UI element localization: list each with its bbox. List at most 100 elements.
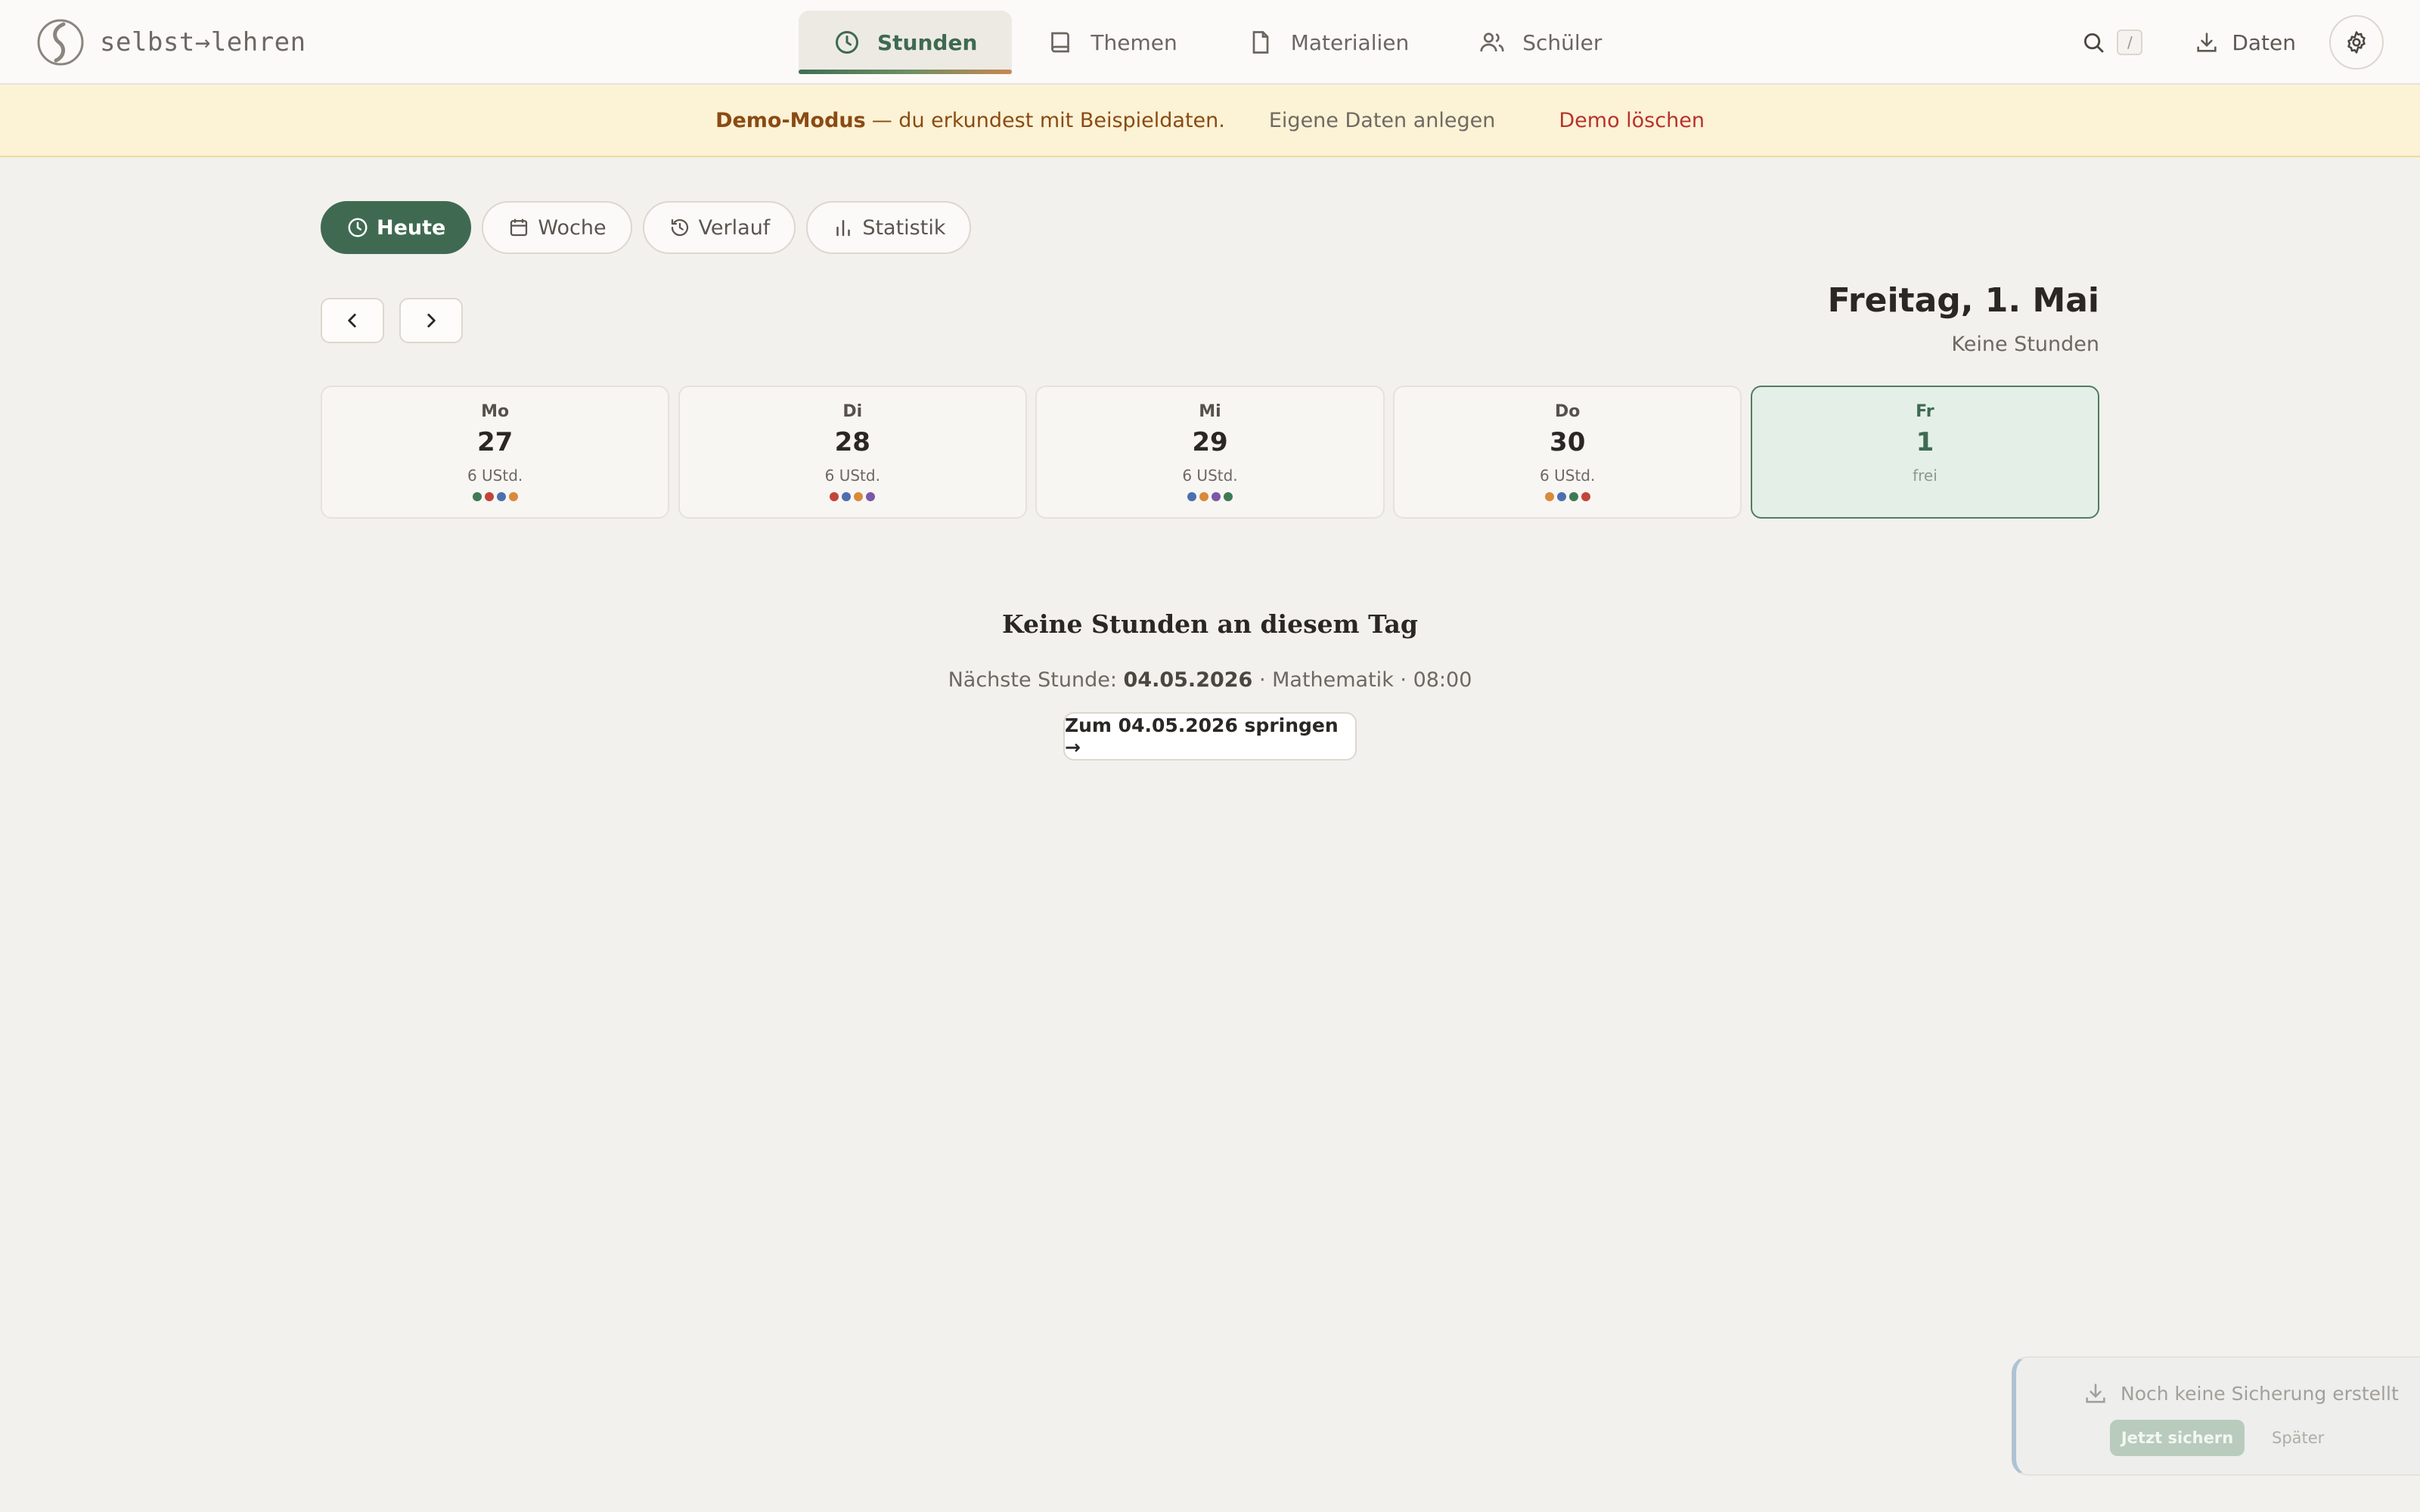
next-lesson-details: · Mathematik · 08:00 bbox=[1258, 668, 1472, 692]
subject-dot bbox=[866, 492, 876, 501]
chevron-left-icon bbox=[348, 314, 356, 327]
tab-verlauf[interactable]: Verlauf bbox=[642, 201, 796, 254]
subject-dot bbox=[484, 492, 494, 501]
demo-banner: Demo-Modus — du erkundest mit Beispielda… bbox=[0, 85, 2420, 157]
data-button-label: Daten bbox=[2232, 29, 2296, 55]
nav-item-label: Stunden bbox=[877, 29, 978, 55]
clock-icon bbox=[348, 218, 368, 237]
day-title: Freitag, 1. Mai bbox=[1827, 281, 2099, 320]
backup-message: Noch keine Sicherung erstellt bbox=[2083, 1380, 2399, 1406]
week-strip: Mo 27 6 UStd. Di 28 6 UStd. Mi 29 6 UStd… bbox=[321, 386, 2100, 519]
day-lessons: 6 UStd. bbox=[467, 466, 523, 485]
day-card-do[interactable]: Do 30 6 UStd. bbox=[1393, 386, 1742, 519]
next-lesson-prefix: Nächste Stunde: bbox=[948, 668, 1117, 692]
day-name: Mo bbox=[481, 402, 510, 421]
tab-heute[interactable]: Heute bbox=[321, 201, 472, 254]
calendar-icon bbox=[510, 218, 528, 237]
next-lesson-info: Nächste Stunde: 04.05.2026 · Mathematik … bbox=[0, 668, 2420, 692]
tab-label: Verlauf bbox=[698, 215, 771, 240]
tab-statistik[interactable]: Statistik bbox=[806, 201, 972, 254]
search-shortcut-hint: / bbox=[2117, 29, 2143, 55]
subject-dot bbox=[1556, 492, 1566, 501]
delete-demo-link[interactable]: Demo löschen bbox=[1559, 109, 1705, 132]
subject-dot bbox=[1544, 492, 1554, 501]
subject-dots bbox=[828, 492, 876, 501]
subject-dot bbox=[1212, 492, 1221, 501]
day-number: 29 bbox=[1192, 427, 1228, 457]
day-number: 28 bbox=[834, 427, 870, 457]
view-tabs: Heute Woche Verlauf Statistik bbox=[321, 201, 982, 254]
top-bar: selbst→lehren Stunden Themen Materialien bbox=[0, 0, 2420, 85]
clock-icon bbox=[836, 31, 858, 54]
day-lessons: 6 UStd. bbox=[1540, 466, 1596, 485]
history-icon bbox=[671, 218, 688, 237]
users-icon bbox=[1480, 33, 1504, 52]
download-icon bbox=[2197, 33, 2217, 52]
subject-dots bbox=[1186, 492, 1234, 501]
day-lessons: 6 UStd. bbox=[824, 466, 880, 485]
subject-dot bbox=[842, 492, 852, 501]
nav-item-label: Schüler bbox=[1522, 29, 1602, 55]
subject-dot bbox=[1568, 492, 1578, 501]
previous-day-button[interactable] bbox=[321, 298, 384, 343]
day-lessons: 6 UStd. bbox=[1182, 466, 1238, 485]
next-lesson-date: 04.05.2026 bbox=[1123, 668, 1253, 692]
nav-item-stunden[interactable]: Stunden bbox=[799, 11, 1013, 74]
tab-label: Woche bbox=[538, 215, 607, 240]
data-button[interactable]: Daten bbox=[2194, 29, 2296, 55]
backup-toast: Noch keine Sicherung erstellt Jetzt sich… bbox=[2012, 1356, 2420, 1476]
demo-mode-text: — du erkundest mit Beispieldaten. bbox=[871, 108, 1225, 132]
next-day-button[interactable] bbox=[399, 298, 463, 343]
subject-dots bbox=[471, 492, 520, 501]
search-icon bbox=[2084, 33, 2104, 53]
nav-item-schueler[interactable]: Schüler bbox=[1444, 11, 1637, 74]
tab-label: Statistik bbox=[862, 215, 946, 240]
tab-label: Heute bbox=[377, 215, 446, 240]
nav-item-themen[interactable]: Themen bbox=[1012, 11, 1212, 74]
subject-dot bbox=[1199, 492, 1208, 501]
top-actions: / Daten bbox=[2071, 15, 2384, 70]
main-nav: Stunden Themen Materialien Schüler bbox=[799, 11, 1637, 74]
tab-woche[interactable]: Woche bbox=[482, 201, 632, 254]
brand-logo-icon bbox=[37, 19, 84, 66]
day-number: 1 bbox=[1916, 427, 1934, 457]
backup-later-button[interactable]: Später bbox=[2272, 1429, 2324, 1447]
subject-dot bbox=[1187, 492, 1196, 501]
brand[interactable]: selbst→lehren bbox=[36, 18, 306, 67]
document-icon bbox=[1252, 31, 1269, 54]
day-card-mi[interactable]: Mi 29 6 UStd. bbox=[1035, 386, 1385, 519]
nav-item-label: Materialien bbox=[1290, 29, 1410, 55]
day-lessons: frei bbox=[1913, 466, 1938, 485]
day-card-fr[interactable]: Fr 1 frei bbox=[1750, 386, 2100, 519]
subject-dot bbox=[1224, 492, 1233, 501]
nav-item-label: Themen bbox=[1091, 29, 1177, 55]
day-card-mo[interactable]: Mo 27 6 UStd. bbox=[321, 386, 670, 519]
backup-now-button[interactable]: Jetzt sichern bbox=[2110, 1420, 2245, 1456]
day-name: Fr bbox=[1916, 402, 1934, 421]
backup-message-text: Noch keine Sicherung erstellt bbox=[2121, 1382, 2399, 1405]
day-number: 30 bbox=[1550, 427, 1586, 457]
day-name: Di bbox=[842, 402, 863, 421]
chevron-right-icon bbox=[427, 314, 436, 327]
subject-dot bbox=[472, 492, 482, 501]
download-icon bbox=[2086, 1383, 2105, 1403]
day-card-di[interactable]: Di 28 6 UStd. bbox=[678, 386, 1027, 519]
subject-dot bbox=[508, 492, 518, 501]
subject-dot bbox=[830, 492, 839, 501]
day-subtitle: Keine Stunden bbox=[1951, 333, 2099, 356]
jump-to-next-lesson-button[interactable]: Zum 04.05.2026 springen → bbox=[1063, 712, 1357, 761]
subject-dot bbox=[1581, 492, 1590, 501]
day-name: Mi bbox=[1199, 402, 1221, 421]
book-icon bbox=[1051, 32, 1070, 53]
nav-item-materialien[interactable]: Materialien bbox=[1212, 11, 1444, 74]
day-name: Do bbox=[1555, 402, 1581, 421]
subject-dot bbox=[854, 492, 864, 501]
settings-button[interactable] bbox=[2329, 15, 2384, 70]
brand-name: selbst→lehren bbox=[100, 27, 306, 57]
day-number: 27 bbox=[476, 427, 513, 457]
gear-icon bbox=[2347, 31, 2366, 54]
create-own-data-link[interactable]: Eigene Daten anlegen bbox=[1269, 109, 1495, 132]
search-button[interactable]: / bbox=[2071, 20, 2152, 65]
demo-mode-label: Demo-Modus bbox=[715, 108, 866, 132]
subject-dot bbox=[496, 492, 506, 501]
